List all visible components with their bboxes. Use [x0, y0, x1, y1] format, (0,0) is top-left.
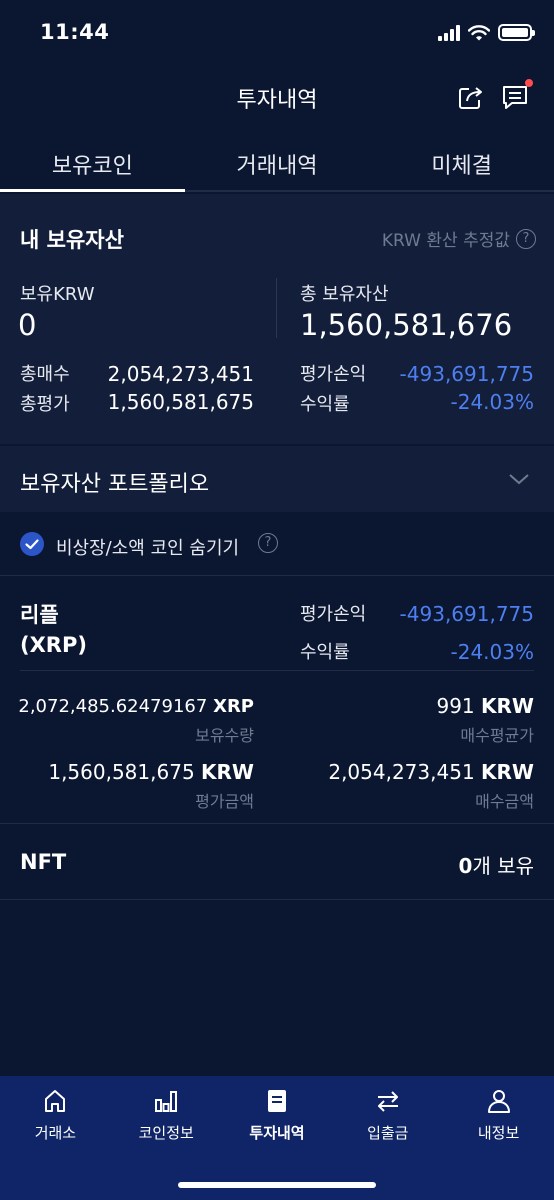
eval-amount-label: 평가금액 [195, 792, 254, 811]
total-buy-value: 2,054,273,451 [107, 362, 254, 386]
notice-button[interactable] [500, 79, 533, 112]
coin-name: 리플 (XRP) [20, 600, 87, 660]
status-icons [438, 24, 535, 41]
buy-amount-value: 2,054,273,451 KRW [328, 760, 534, 784]
nav-label: 내정보 [477, 1124, 520, 1142]
header: 투자내역 [0, 66, 554, 128]
buy-amount-label: 매수금액 [475, 792, 534, 811]
portfolio-toggle[interactable]: 보유자산 포트폴리오 [0, 446, 554, 512]
avg-price-value: 991 KRW [436, 694, 534, 718]
check-icon [25, 539, 39, 550]
hide-small-coins-row: 비상장/소액 코인 숨기기 ? [0, 514, 554, 576]
home-icon [45, 1090, 66, 1112]
krw-estimate-label: KRW 환산 추정값 [381, 231, 510, 251]
transfer-icon [377, 1091, 398, 1112]
krw-label: 보유KRW [20, 284, 95, 305]
share-icon[interactable] [456, 82, 486, 112]
total-eval-label: 총평가 [20, 394, 70, 415]
hide-small-coins-label[interactable]: 비상장/소액 코인 숨기기 [56, 534, 239, 560]
tab-transactions[interactable]: 거래내역 [185, 130, 370, 190]
return-rate-label: 수익률 [300, 394, 350, 415]
chat-icon [503, 86, 527, 109]
coin-holding-xrp[interactable]: 리플 (XRP) 평가손익 -493,691,775 수익률 -24.03% 2… [0, 578, 554, 824]
divider [276, 278, 277, 338]
person-icon [487, 1090, 510, 1113]
wifi-icon [468, 24, 490, 40]
coin-return-rate-value: -24.03% [450, 640, 534, 664]
total-assets-label: 총 보유자산 [300, 284, 389, 305]
profit-loss-label: 평가손익 [300, 364, 367, 385]
quantity-value: 2,072,485.62479167 XRP [18, 696, 254, 717]
coin-profit-loss-label: 평가손익 [300, 604, 367, 625]
tab-holdings[interactable]: 보유코인 [0, 130, 185, 192]
status-time: 11:44 [40, 20, 110, 44]
help-icon: ? [516, 228, 536, 249]
nav-exchange[interactable]: 거래소 [0, 1076, 111, 1200]
nav-label: 투자내역 [249, 1124, 305, 1142]
krw-value: 0 [18, 308, 37, 342]
home-indicator [178, 1182, 376, 1188]
coin-korean-name: 리플 [20, 603, 59, 627]
avg-price-label: 매수평균가 [460, 726, 534, 745]
nft-row[interactable]: NFT 0개 보유 [0, 826, 554, 900]
coin-profit-loss-value: -493,691,775 [399, 602, 534, 626]
tab-bar: 보유코인 거래내역 미체결 [0, 130, 554, 192]
tab-unfilled[interactable]: 미체결 [369, 130, 554, 190]
eval-amount-value: 1,560,581,675 KRW [48, 760, 254, 784]
hide-small-coins-checkbox[interactable] [20, 532, 44, 556]
total-buy-label: 총매수 [20, 364, 70, 385]
battery-icon [498, 24, 535, 41]
help-icon[interactable]: ? [258, 533, 278, 553]
chevron-down-icon [509, 474, 529, 485]
nav-label: 코인정보 [138, 1124, 194, 1142]
nav-my-info[interactable]: 내정보 [443, 1076, 554, 1200]
profit-loss-value: -493,691,775 [399, 362, 534, 386]
cellular-signal-icon [438, 24, 460, 41]
document-icon [267, 1090, 286, 1112]
nft-count: 0개 보유 [458, 854, 534, 878]
bar-chart-icon [155, 1091, 178, 1112]
coin-return-rate-label: 수익률 [300, 642, 350, 663]
coin-symbol: (XRP) [20, 633, 87, 657]
bottom-nav: 거래소 코인정보 투자내역 입출금 내정보 [0, 1076, 554, 1200]
return-rate-value: -24.03% [450, 390, 534, 414]
total-assets-value: 1,560,581,676 [300, 308, 513, 342]
krw-estimate-note[interactable]: KRW 환산 추정값 ? [382, 226, 536, 251]
nav-label: 입출금 [367, 1124, 409, 1142]
nav-label: 거래소 [34, 1124, 77, 1142]
assets-title: 내 보유자산 [20, 228, 124, 252]
nft-title: NFT [20, 850, 67, 874]
divider [20, 670, 534, 671]
portfolio-title: 보유자산 포트폴리오 [20, 472, 210, 497]
quantity-label: 보유수량 [195, 726, 254, 745]
status-bar: 11:44 [0, 0, 554, 66]
total-eval-value: 1,560,581,675 [107, 390, 254, 414]
assets-summary: 내 보유자산 KRW 환산 추정값 ? 보유KRW 0 총 보유자산 1,560… [0, 194, 554, 444]
notification-dot [525, 79, 533, 87]
